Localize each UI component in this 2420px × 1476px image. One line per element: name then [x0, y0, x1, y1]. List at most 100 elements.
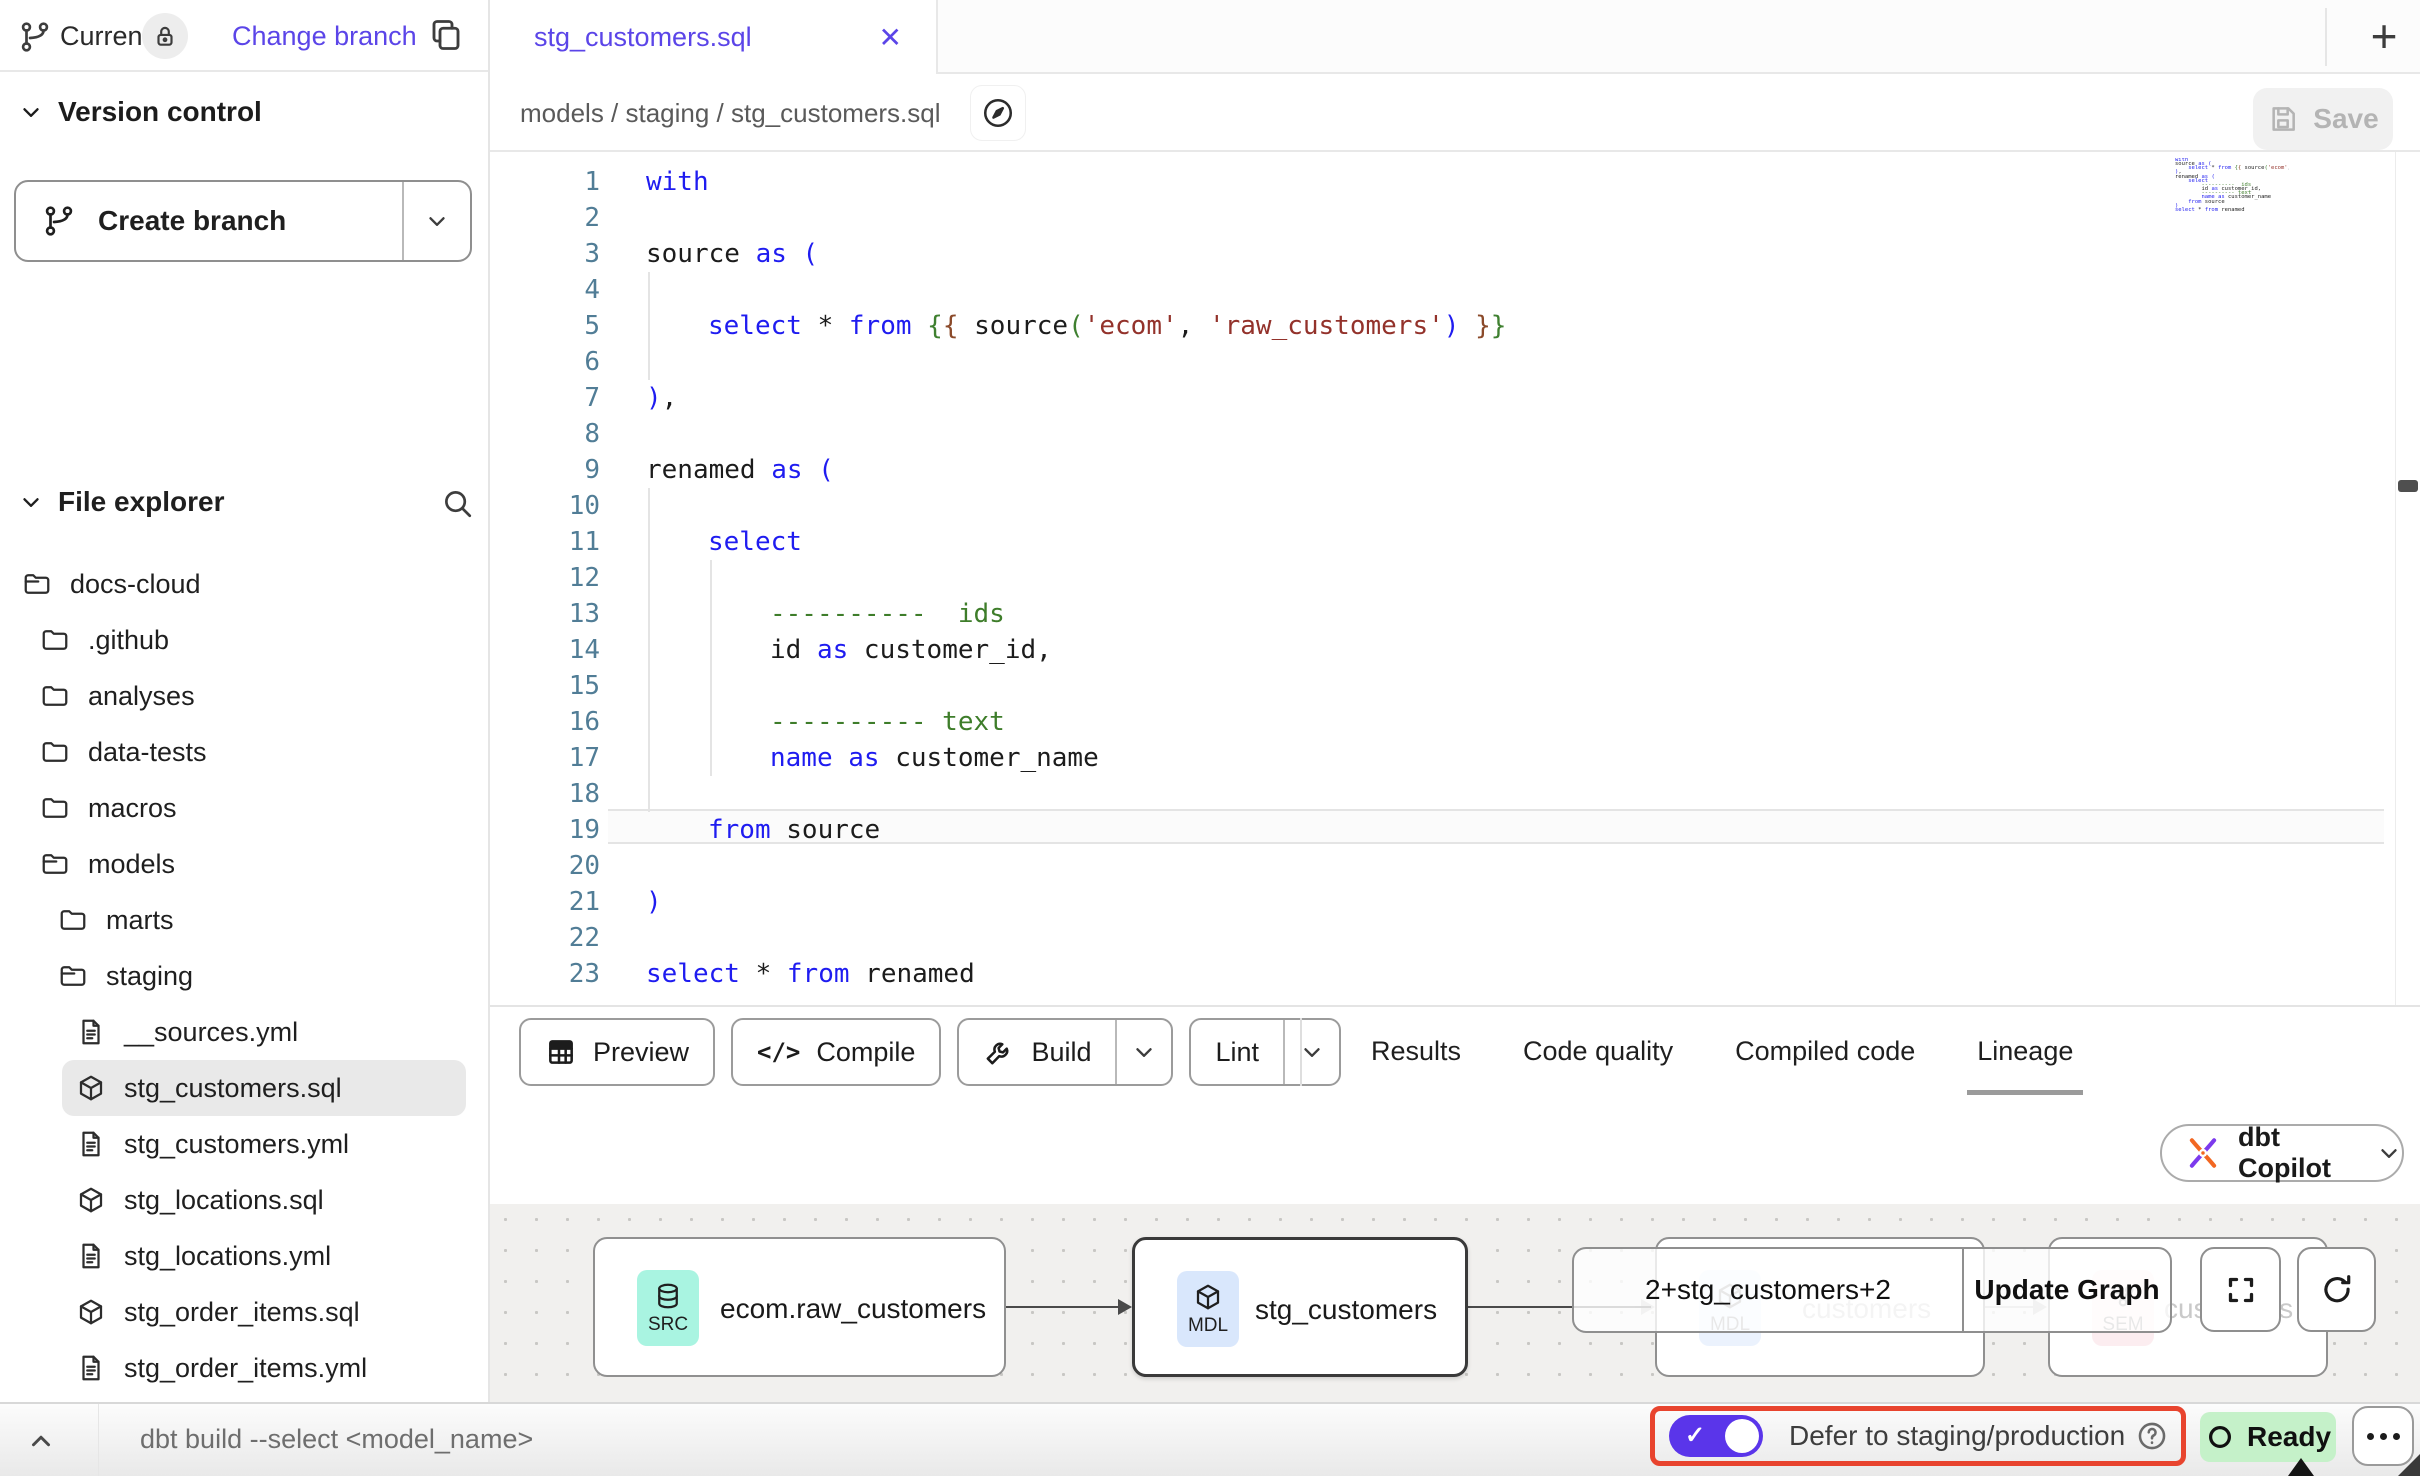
- lineage-node-stg-customers[interactable]: MDLstg_customers: [1132, 1237, 1468, 1377]
- code-line-3[interactable]: 3source as (: [500, 236, 818, 272]
- divider: [2325, 8, 2327, 66]
- line-number: 6: [500, 347, 600, 377]
- code-line-14[interactable]: 14id as customer_id,: [500, 632, 1052, 668]
- file-tree-item-macros[interactable]: macros: [0, 780, 488, 836]
- tab-stg-customers-sql[interactable]: stg_customers.sql ✕: [490, 0, 938, 74]
- arrowhead-icon: [1118, 1299, 1132, 1315]
- file-explorer-title: File explorer: [58, 486, 225, 518]
- update-graph-button[interactable]: Update Graph: [1964, 1249, 2170, 1331]
- chevron-down-icon: [18, 489, 44, 515]
- line-number: 11: [500, 527, 600, 557]
- file-tree-item-stg-customers-yml[interactable]: stg_customers.yml: [0, 1116, 488, 1172]
- new-tab-button[interactable]: +: [2348, 0, 2420, 72]
- change-branch-link[interactable]: Change branch: [232, 21, 417, 52]
- file-tree-item-stg-order-items-yml[interactable]: stg_order_items.yml: [0, 1340, 488, 1396]
- folder-open-icon: [22, 569, 52, 599]
- lint-button[interactable]: Lint: [1189, 1018, 1341, 1086]
- file-tree-label: marts: [106, 905, 174, 936]
- code-line-9[interactable]: 9renamed as (: [500, 452, 834, 488]
- line-number: 15: [500, 671, 600, 701]
- tab-lineage[interactable]: Lineage: [1977, 1007, 2073, 1095]
- code-line-6[interactable]: 6: [500, 344, 646, 380]
- tab-code-quality[interactable]: Code quality: [1523, 1007, 1673, 1095]
- code-editor[interactable]: 1with23source as (45select * from {{ sou…: [490, 152, 2420, 1005]
- close-icon[interactable]: ✕: [879, 21, 902, 54]
- file-tree-label: macros: [88, 793, 177, 824]
- tab-results[interactable]: Results: [1371, 1007, 1461, 1095]
- file-tree-item-docs-cloud[interactable]: docs-cloud: [0, 556, 488, 612]
- create-branch-button[interactable]: Create branch: [14, 180, 472, 262]
- code-line-2[interactable]: 2: [500, 200, 646, 236]
- code-line-1[interactable]: 1with: [500, 164, 709, 200]
- file-tree-item-stg-customers-sql[interactable]: stg_customers.sql: [62, 1060, 466, 1116]
- search-icon[interactable]: [440, 486, 474, 520]
- code-line-22[interactable]: 22: [500, 920, 646, 956]
- file-tree-item--sources-yml[interactable]: __sources.yml: [0, 1004, 488, 1060]
- lineage-edge: [1006, 1306, 1118, 1308]
- chevron-down-icon: [18, 99, 44, 125]
- lineage-node-ecom-raw-customers[interactable]: SRCecom.raw_customers: [593, 1237, 1006, 1377]
- lineage-selector-input[interactable]: 2+stg_customers+2: [1574, 1249, 1964, 1331]
- refresh-button[interactable]: [2297, 1247, 2376, 1332]
- file-tree-item-marts[interactable]: marts: [0, 892, 488, 948]
- tab-compiled-code[interactable]: Compiled code: [1735, 1007, 1915, 1095]
- save-button[interactable]: Save: [2253, 88, 2393, 150]
- code-line-11[interactable]: 11select: [500, 524, 802, 560]
- lint-dropdown[interactable]: [1283, 1020, 1339, 1084]
- code-line-21[interactable]: 21): [500, 884, 662, 920]
- build-button[interactable]: Build: [957, 1018, 1173, 1086]
- file-tree-item-stg-locations-yml[interactable]: stg_locations.yml: [0, 1228, 488, 1284]
- file-tree-item-stg-order-items-sql[interactable]: stg_order_items.sql: [0, 1284, 488, 1340]
- src-badge: SRC: [637, 1270, 699, 1346]
- ready-ring-icon: [2205, 1422, 2235, 1452]
- code-text: ---------- text: [646, 707, 1005, 737]
- defer-toggle[interactable]: ✓: [1669, 1415, 1763, 1457]
- create-branch-dropdown[interactable]: [404, 208, 470, 234]
- code-line-13[interactable]: 13---------- ids: [500, 596, 1005, 632]
- dbt-copilot-button[interactable]: dbt Copilot: [2160, 1124, 2404, 1182]
- code-text: ): [646, 887, 662, 917]
- file-tree-item-data-tests[interactable]: data-tests: [0, 724, 488, 780]
- fullscreen-button[interactable]: [2200, 1247, 2281, 1332]
- file-tree-item-staging[interactable]: staging: [0, 948, 488, 1004]
- code-line-17[interactable]: 17name as customer_name: [500, 740, 1099, 776]
- file-explorer-header[interactable]: File explorer: [18, 486, 225, 518]
- file-tree: docs-cloud.githubanalysesdata-tests macro…: [0, 556, 488, 1396]
- code-line-8[interactable]: 8: [500, 416, 646, 452]
- editor-minimap[interactable]: withsource as ( select * from {{ source(…: [2175, 158, 2289, 256]
- code-line-7[interactable]: 7),: [500, 380, 677, 416]
- code-line-20[interactable]: 20: [500, 848, 646, 884]
- code-line-16[interactable]: 16---------- text: [500, 704, 1005, 740]
- help-icon[interactable]: [2135, 1419, 2169, 1453]
- chevron-up-icon[interactable]: [26, 1426, 56, 1456]
- file-tree-item-stg-locations-sql[interactable]: stg_locations.sql: [0, 1172, 488, 1228]
- code-line-18[interactable]: 18: [500, 776, 646, 812]
- scrollbar-thumb[interactable]: [2398, 480, 2418, 492]
- folder-icon: [40, 625, 70, 655]
- result-tabs: Results Code quality Compiled code Lineage: [1371, 1007, 2073, 1095]
- file-tree-item-models[interactable]: models: [0, 836, 488, 892]
- copy-branch-icon[interactable]: [428, 17, 464, 53]
- code-line-15[interactable]: 15: [500, 668, 646, 704]
- code-line-5[interactable]: 5select * from {{ source('ecom', 'raw_cu…: [500, 308, 1506, 344]
- command-input[interactable]: dbt build --select <model_name>: [140, 1424, 533, 1455]
- git-branch-icon: [42, 204, 76, 238]
- version-control-header[interactable]: Version control: [18, 96, 262, 128]
- indent-guide: [710, 560, 712, 776]
- code-line-23[interactable]: 23select * from renamed: [500, 956, 975, 992]
- code-line-12[interactable]: 12: [500, 560, 646, 596]
- lineage-canvas[interactable]: SRCecom.raw_customersMDLstg_customersMDL…: [490, 1204, 2420, 1402]
- create-branch-main[interactable]: Create branch: [16, 182, 404, 260]
- line-number: 12: [500, 563, 600, 593]
- build-dropdown[interactable]: [1115, 1020, 1171, 1084]
- file-tree-label: stg_order_items.yml: [124, 1353, 367, 1384]
- line-number: 10: [500, 491, 600, 521]
- compass-icon[interactable]: [970, 85, 1026, 141]
- compile-button[interactable]: </>Compile: [731, 1018, 941, 1086]
- code-line-4[interactable]: 4: [500, 272, 646, 308]
- code-line-19[interactable]: 19from source: [500, 812, 880, 848]
- code-line-10[interactable]: 10: [500, 488, 646, 524]
- file-tree-item--github[interactable]: .github: [0, 612, 488, 668]
- preview-button[interactable]: Preview: [519, 1018, 715, 1086]
- file-tree-item-analyses[interactable]: analyses: [0, 668, 488, 724]
